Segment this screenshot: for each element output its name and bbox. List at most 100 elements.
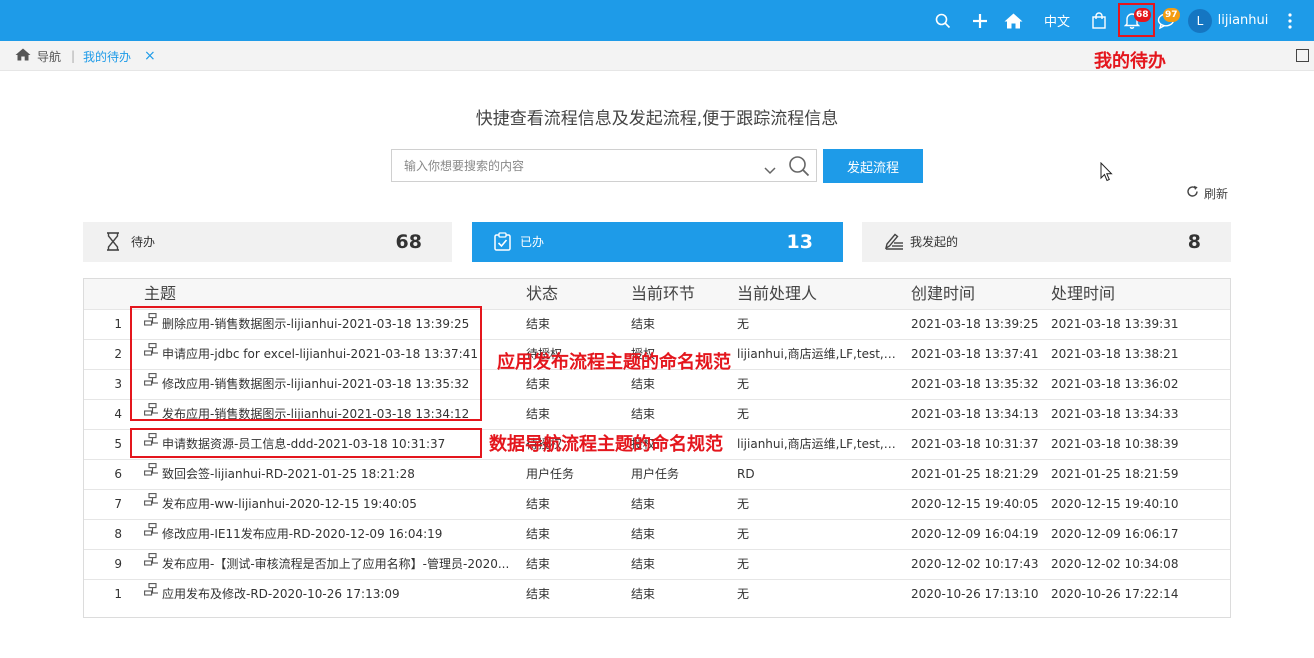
- cell-handled: 2021-03-18 13:36:02: [1051, 377, 1179, 391]
- cell-index: 9: [114, 557, 122, 571]
- cell-status: 结束: [526, 527, 551, 541]
- bag-icon[interactable]: [1087, 0, 1111, 41]
- cell-handled: 2021-01-25 18:21:59: [1051, 467, 1179, 481]
- cell-index: 2: [114, 347, 122, 361]
- breadcrumb-separator: |: [71, 49, 76, 63]
- cell-subject[interactable]: 应用发布及修改-RD-2020-10-26 17:13:09: [144, 580, 516, 609]
- card-done[interactable]: 已办 13: [472, 222, 843, 262]
- breadcrumb-home[interactable]: 导航: [15, 41, 61, 71]
- table-row[interactable]: 7 发布应用-ww-lijianhui-2020-12-15 19:40:05 结束…: [84, 489, 1230, 519]
- cell-status: 结束: [526, 557, 551, 571]
- home-icon[interactable]: [999, 0, 1027, 41]
- search-input[interactable]: [392, 150, 752, 181]
- subject-text: 修改应用-IE11发布应用-RD-2020-12-09 16:04:19: [162, 527, 443, 541]
- maximize-icon[interactable]: [1296, 49, 1309, 62]
- breadcrumb-current-tab[interactable]: 我的待办: [83, 41, 131, 71]
- card-todo-count: 68: [395, 231, 422, 253]
- cell-subject[interactable]: 致回会签-lijianhui-RD-2021-01-25 18:21:28: [144, 460, 516, 489]
- cell-handler: 无: [737, 317, 750, 331]
- cell-subject[interactable]: 修改应用-IE11发布应用-RD-2020-12-09 16:04:19: [144, 520, 516, 549]
- cell-created: 2020-10-26 17:13:10: [911, 587, 1039, 601]
- search-icon[interactable]: [788, 155, 810, 181]
- cell-handled: 2020-12-15 19:40:10: [1051, 497, 1179, 511]
- cell-handler: RD: [737, 467, 755, 481]
- message-badge: 97: [1163, 8, 1180, 22]
- process-flow-icon: [144, 490, 159, 517]
- col-header-created: 创建时间: [911, 284, 976, 303]
- table-row[interactable]: 8 修改应用-IE11发布应用-RD-2020-12-09 16:04:19 结束 结…: [84, 519, 1230, 549]
- subject-text: 发布应用-【测试-审核流程是否加上了应用名称】-管理员-2020...: [162, 557, 510, 571]
- refresh-button[interactable]: 刷新: [1186, 183, 1228, 203]
- cell-handler: 无: [737, 407, 750, 421]
- cell-created: 2020-12-15 19:40:05: [911, 497, 1039, 511]
- cell-index: 7: [114, 497, 122, 511]
- cell-created: 2021-03-18 13:35:32: [911, 377, 1039, 391]
- cell-status: 结束: [526, 497, 551, 511]
- cell-stage: 结束: [631, 557, 656, 571]
- cell-index: 8: [114, 527, 122, 541]
- refresh-icon: [1186, 185, 1199, 201]
- cell-stage: 结束: [631, 527, 656, 541]
- cell-index: 3: [114, 377, 122, 391]
- col-header-stage: 当前环节: [631, 284, 696, 303]
- cell-created: 2020-12-09 16:04:19: [911, 527, 1039, 541]
- cell-index: 6: [114, 467, 122, 481]
- cell-handled: 2020-12-09 16:06:17: [1051, 527, 1179, 541]
- table-row[interactable]: 9 发布应用-【测试-审核流程是否加上了应用名称】-管理员-2020... 结束 结束…: [84, 549, 1230, 579]
- cell-handler: 无: [737, 527, 750, 541]
- plus-icon[interactable]: [967, 0, 993, 41]
- cell-status: 结束: [526, 317, 551, 331]
- col-header-handled: 处理时间: [1051, 284, 1116, 303]
- more-icon[interactable]: [1280, 0, 1300, 41]
- cell-subject[interactable]: 发布应用-ww-lijianhui-2020-12-15 19:40:05: [144, 490, 516, 519]
- col-header-subject: 主题: [144, 284, 177, 303]
- cell-index: 1: [114, 317, 122, 331]
- cell-handler: 无: [737, 587, 750, 601]
- search-icon[interactable]: [930, 0, 956, 41]
- app-naming-highlight-box: [130, 306, 482, 421]
- cell-subject[interactable]: 发布应用-【测试-审核流程是否加上了应用名称】-管理员-2020...: [144, 550, 516, 579]
- cell-stage: 用户任务: [631, 467, 680, 481]
- cell-handler: 无: [737, 497, 750, 511]
- cell-created: 2021-01-25 18:21:29: [911, 467, 1039, 481]
- cell-stage: 结束: [631, 497, 656, 511]
- page-heading: 快捷查看流程信息及发起流程,便于跟踪流程信息: [475, 109, 839, 129]
- username[interactable]: lijianhui: [1218, 0, 1269, 41]
- cell-created: 2021-03-18 10:31:37: [911, 437, 1039, 451]
- cell-handler: 无: [737, 557, 750, 571]
- process-flow-icon: [144, 520, 159, 547]
- cell-stage: 结束: [631, 407, 656, 421]
- launch-process-button[interactable]: 发起流程: [823, 149, 923, 183]
- card-initiated-label: 我发起的: [910, 235, 959, 249]
- cell-handled: 2021-03-18 13:34:33: [1051, 407, 1179, 421]
- card-done-label: 已办: [520, 235, 545, 249]
- avatar[interactable]: L: [1188, 9, 1212, 33]
- cell-status: 结束: [526, 407, 551, 421]
- subject-text: 应用发布及修改-RD-2020-10-26 17:13:09: [162, 587, 400, 601]
- card-todo[interactable]: 待办 68: [83, 222, 452, 262]
- cell-status: 用户任务: [526, 467, 575, 481]
- cell-stage: 结束: [631, 377, 656, 391]
- cell-handler: lijianhui,商店运维,LF,test,审...: [737, 437, 899, 451]
- table-header: 主题 状态 当前环节 当前处理人 创建时间 处理时间: [84, 279, 1230, 309]
- cell-handled: 2021-03-18 10:38:39: [1051, 437, 1179, 451]
- card-initiated[interactable]: 我发起的 8: [862, 222, 1231, 262]
- table-row[interactable]: 6 致回会签-lijianhui-RD-2021-01-25 18:21:28 用户…: [84, 459, 1230, 489]
- annotation-app-naming: 应用发布流程主题的命名规范: [497, 352, 731, 373]
- chevron-down-icon[interactable]: [764, 160, 776, 179]
- hourglass-icon: [105, 232, 121, 255]
- cell-stage: 结束: [631, 587, 656, 601]
- data-naming-highlight-box: [130, 428, 482, 458]
- cell-handled: 2020-10-26 17:22:14: [1051, 587, 1179, 601]
- cell-status: 结束: [526, 377, 551, 391]
- cell-index: 5: [114, 437, 122, 451]
- language-switch[interactable]: 中文: [1040, 0, 1074, 41]
- table-row[interactable]: 1 应用发布及修改-RD-2020-10-26 17:13:09 结束 结束 无 2020…: [84, 579, 1230, 609]
- cell-handled: 2020-12-02 10:34:08: [1051, 557, 1179, 571]
- annotation-data-naming: 数据导航流程主题的命名规范: [489, 434, 723, 455]
- process-flow-icon: [144, 460, 159, 487]
- close-tab-icon[interactable]: ×: [144, 41, 156, 71]
- annotation-bell: 我的待办: [1094, 51, 1166, 72]
- cell-created: 2020-12-02 10:17:43: [911, 557, 1039, 571]
- subject-text: 发布应用-ww-lijianhui-2020-12-15 19:40:05: [162, 497, 417, 511]
